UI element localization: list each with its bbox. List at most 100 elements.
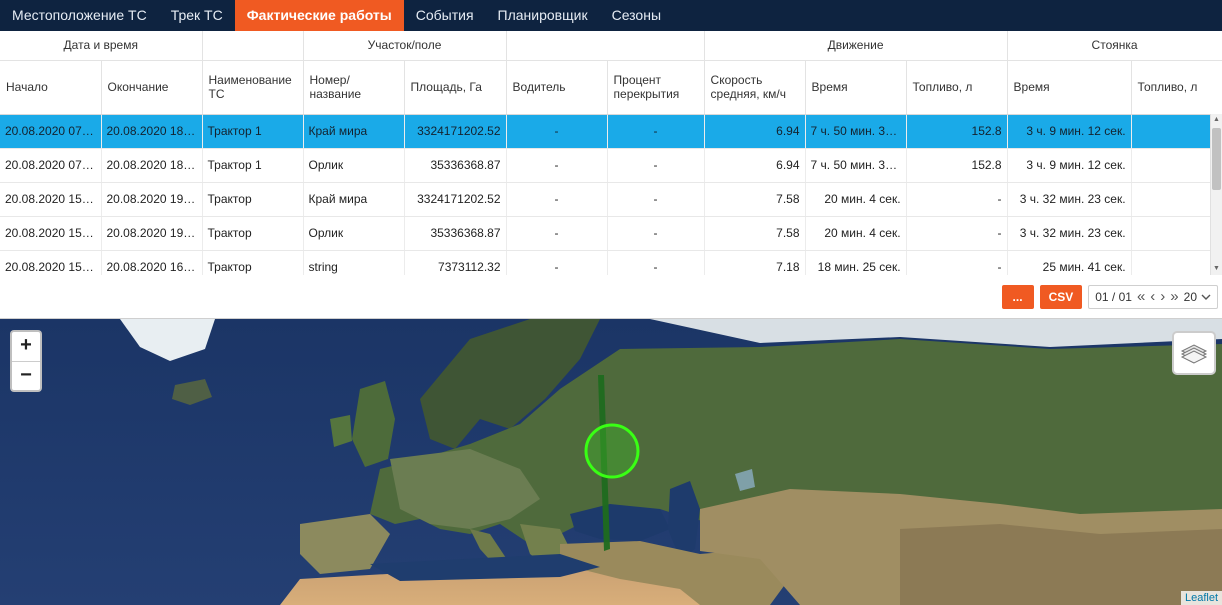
cell-park-time: 3 ч. 9 мин. 12 сек. xyxy=(1007,148,1132,183)
cell-start: 20.08.2020 15:… xyxy=(0,216,102,251)
cell-move-fuel: - xyxy=(906,216,1008,251)
table-column-header: Начало Окончание Наименование ТС Номер/ … xyxy=(0,60,1222,115)
cell-overlap: - xyxy=(607,250,705,275)
chevron-left-icon[interactable]: ‹ xyxy=(1150,287,1155,307)
double-chevron-right-icon[interactable]: » xyxy=(1170,287,1178,307)
cell-overlap: - xyxy=(607,114,705,149)
cell-vehicle: Трактор xyxy=(202,250,304,275)
cell-move-fuel: - xyxy=(906,182,1008,217)
chevron-right-icon[interactable]: › xyxy=(1160,287,1165,307)
works-table-body: 20.08.2020 07:… 20.08.2020 18:… Трактор 1К… xyxy=(0,114,1222,275)
works-table: Дата и время Участок/поле Движение Стоян… xyxy=(0,31,1222,275)
cell-park-time: 3 ч. 9 мин. 12 сек. xyxy=(1007,114,1132,149)
table-row[interactable]: 20.08.2020 15:… 20.08.2020 16:… Трактор str… xyxy=(0,250,1222,275)
cell-speed: 7.58 xyxy=(704,182,806,217)
table-group-header: Дата и время Участок/поле Движение Стоян… xyxy=(0,31,1222,61)
cell-area: 3324171202.52 xyxy=(404,114,507,149)
table-row[interactable]: 20.08.2020 07:… 20.08.2020 18:… Трактор 1О… xyxy=(0,148,1222,183)
scroll-thumb[interactable] xyxy=(1212,128,1221,190)
tab-1[interactable]: Трек ТС xyxy=(159,0,235,31)
group-plot: Участок/поле xyxy=(303,31,507,61)
cell-area: 3324171202.52 xyxy=(404,182,507,217)
map-attribution[interactable]: Leaflet xyxy=(1180,591,1222,605)
col-park-fuel[interactable]: Топливо, л xyxy=(1131,60,1222,115)
cell-move-time: 20 мин. 4 сек. xyxy=(805,216,907,251)
zoom-out-button[interactable]: − xyxy=(12,361,40,390)
tab-5[interactable]: Сезоны xyxy=(600,0,673,31)
double-chevron-left-icon[interactable]: « xyxy=(1137,287,1145,307)
cell-start: 20.08.2020 15:… xyxy=(0,250,102,275)
zoom-control: + − xyxy=(10,330,42,392)
satellite-map[interactable] xyxy=(0,319,1222,605)
cell-park-time: 3 ч. 32 мин. 23 сек. xyxy=(1007,216,1132,251)
col-end[interactable]: Окончание xyxy=(101,60,203,115)
cell-move-fuel: - xyxy=(906,250,1008,275)
cell-plot: Край мира xyxy=(303,114,405,149)
chevron-down-icon xyxy=(1201,294,1211,300)
csv-export-button[interactable]: CSV xyxy=(1039,285,1083,309)
table-row[interactable]: 20.08.2020 07:… 20.08.2020 18:… Трактор 1К… xyxy=(0,114,1222,149)
page-size-select[interactable]: 20 xyxy=(1184,290,1211,304)
col-driver[interactable]: Водитель xyxy=(506,60,608,115)
table-row[interactable]: 20.08.2020 15:… 20.08.2020 19:… Трактор Кра… xyxy=(0,182,1222,217)
group-parking: Стоянка xyxy=(1007,31,1222,61)
col-overlap[interactable]: Процент перекрытия xyxy=(607,60,705,115)
layers-icon xyxy=(1180,344,1208,364)
cell-speed: 6.94 xyxy=(704,148,806,183)
cell-park-fuel: 1 xyxy=(1131,114,1222,149)
cell-vehicle: Трактор xyxy=(202,182,304,217)
cell-area: 35336368.87 xyxy=(404,148,507,183)
cell-move-time: 20 мин. 4 сек. xyxy=(805,182,907,217)
cell-park-fuel xyxy=(1131,216,1222,251)
cell-vehicle: Трактор xyxy=(202,216,304,251)
cell-plot: Орлик xyxy=(303,216,405,251)
top-navigation: Местоположение ТС Трек ТС Фактические рабо… xyxy=(0,0,1222,31)
cell-end: 20.08.2020 19:… xyxy=(101,216,203,251)
cell-park-fuel xyxy=(1131,250,1222,275)
cell-speed: 6.94 xyxy=(704,114,806,149)
cell-end: 20.08.2020 18:… xyxy=(101,114,203,149)
cell-start: 20.08.2020 07:… xyxy=(0,148,102,183)
col-plot-name[interactable]: Номер/ название xyxy=(303,60,405,115)
cell-driver: - xyxy=(506,114,608,149)
cell-driver: - xyxy=(506,216,608,251)
map-view[interactable]: + − Leaflet xyxy=(0,319,1222,605)
table-scrollbar[interactable]: ▲ ▼ xyxy=(1210,114,1222,275)
scroll-down-icon[interactable]: ▼ xyxy=(1211,263,1222,275)
col-start[interactable]: Начало xyxy=(0,60,102,115)
tab-4[interactable]: Планировщик xyxy=(486,0,600,31)
col-park-time[interactable]: Время xyxy=(1007,60,1132,115)
page-indicator: 01 / 01 xyxy=(1095,290,1132,304)
col-move-fuel[interactable]: Топливо, л xyxy=(906,60,1008,115)
pagination-box: 01 / 01 « ‹ › » 20 xyxy=(1088,285,1218,309)
cell-move-time: 7 ч. 50 мин. 38 … xyxy=(805,114,907,149)
col-move-time[interactable]: Время xyxy=(805,60,907,115)
col-area[interactable]: Площадь, Га xyxy=(404,60,507,115)
cell-area: 35336368.87 xyxy=(404,216,507,251)
layers-button[interactable] xyxy=(1172,331,1216,375)
group-movement: Движение xyxy=(704,31,1008,61)
cell-move-fuel: 152.8 xyxy=(906,114,1008,149)
cell-end: 20.08.2020 19:… xyxy=(101,182,203,217)
cell-park-fuel xyxy=(1131,182,1222,217)
cell-end: 20.08.2020 16:… xyxy=(101,250,203,275)
col-speed[interactable]: Скорость средняя, км/ч xyxy=(704,60,806,115)
field-polygon xyxy=(584,423,640,479)
scroll-up-icon[interactable]: ▲ xyxy=(1211,114,1222,126)
col-vehicle[interactable]: Наименование ТС xyxy=(202,60,304,115)
tab-3[interactable]: События xyxy=(404,0,486,31)
cell-end: 20.08.2020 18:… xyxy=(101,148,203,183)
cell-plot: string xyxy=(303,250,405,275)
tab-2[interactable]: Фактические работы xyxy=(234,0,404,31)
cell-park-time: 3 ч. 32 мин. 23 сек. xyxy=(1007,182,1132,217)
cell-move-time: 7 ч. 50 мин. 38 … xyxy=(805,148,907,183)
more-button[interactable]: ... xyxy=(1001,285,1034,309)
cell-park-fuel: 1 xyxy=(1131,148,1222,183)
zoom-in-button[interactable]: + xyxy=(12,332,40,361)
group-empty xyxy=(202,31,304,61)
tab-0[interactable]: Местоположение ТС xyxy=(0,0,159,31)
table-row[interactable]: 20.08.2020 15:… 20.08.2020 19:… Трактор Орл… xyxy=(0,216,1222,251)
cell-vehicle: Трактор 1 xyxy=(202,114,304,149)
cell-driver: - xyxy=(506,250,608,275)
pager: ... CSV 01 / 01 « ‹ › » 20 xyxy=(1001,285,1218,309)
